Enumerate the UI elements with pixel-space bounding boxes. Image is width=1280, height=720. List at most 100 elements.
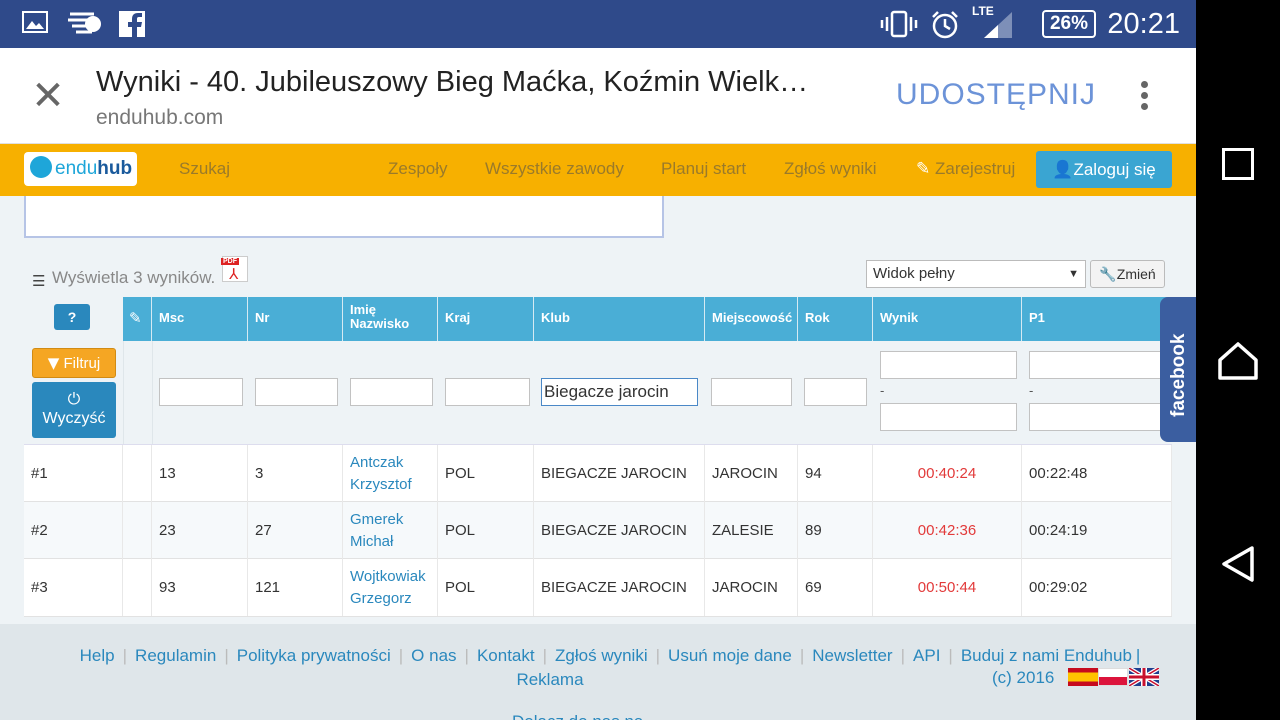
table-row: #3 93 121 Wojtkowiak Grzegorz POL BIEGACZ… [24,559,1172,617]
user-icon: 👤 [1052,160,1074,180]
nav-teams[interactable]: Zespoły [388,159,448,179]
view-select[interactable]: Widok pełny ▼ [866,260,1086,288]
filter-kraj-input[interactable] [445,378,530,406]
filter-wynik-from-input[interactable] [880,351,1017,379]
gallery-icon [22,10,48,40]
footer: Help | Regulamin | Polityka prywatności | O na… [0,624,1196,720]
filter-rok-input[interactable] [804,378,867,406]
row-p1: 00:24:19 [1022,502,1172,559]
row-name-link[interactable]: Gmerek Michał [343,502,438,559]
facebook-tab[interactable]: facebook [1160,297,1196,442]
header-msc[interactable]: Msc [152,297,248,341]
row-wynik: 00:42:36 [873,502,1022,559]
battery-icon: 26% [1042,10,1096,38]
help-button[interactable]: ? [54,304,90,330]
filter-name-input[interactable] [350,378,433,406]
uk-flag-icon[interactable] [1129,668,1159,686]
nav-plan-start[interactable]: Planuj start [661,159,746,179]
header-edit-cell: ✎ [123,297,152,341]
footer-link-regulamin[interactable]: Regulamin [135,646,216,665]
pdf-label: PDF [221,258,239,265]
home-icon[interactable] [1216,340,1260,387]
footer-link-report-results[interactable]: Zgłoś wyniki [555,646,648,665]
footer-link-contact[interactable]: Kontakt [477,646,535,665]
row-last: Michał [350,532,394,550]
range-separator: - [1029,383,1034,398]
footer-follow-text: Dołącz do nas na [512,712,643,720]
row-msc: 93 [152,559,248,616]
row-msc: 23 [152,502,248,559]
back-icon[interactable] [1220,544,1256,589]
filter-p1-from-input[interactable] [1029,351,1166,379]
row-klub: BIEGACZE JAROCIN [534,445,705,502]
row-p1: 00:22:48 [1022,445,1172,502]
clear-button[interactable]: ⏻ Wyczyść [32,382,116,438]
footer-link-about[interactable]: O nas [411,646,456,665]
row-kraj: POL [438,559,534,616]
view-select-value: Widok pełny [873,265,955,282]
funnel-icon: ▼ [47,354,60,372]
header-kraj[interactable]: Kraj [438,297,534,341]
enduhub-logo[interactable]: enduhub [24,152,137,186]
logo-bubble-icon [30,156,52,178]
pdf-icon[interactable]: PDF ⅄ [221,256,248,283]
row-name-link[interactable]: Wojtkowiak Grzegorz [343,559,438,616]
nav-register-label: Zarejestruj [934,159,1016,178]
header-rok[interactable]: Rok [798,297,873,341]
edit-column-icon[interactable]: ✎ [129,311,142,326]
power-icon: ⏻ [67,389,81,408]
footer-link-privacy[interactable]: Polityka prywatności [237,646,391,665]
row-klub: BIEGACZE JAROCIN [534,559,705,616]
recents-icon[interactable] [1222,148,1254,180]
share-button[interactable]: UDOSTĘPNIJ [896,78,1096,112]
header-name-last: Nazwisko [350,316,410,331]
filter-msc-input[interactable] [159,378,243,406]
header-nr[interactable]: Nr [248,297,343,341]
row-last: Krzysztof [350,475,412,493]
results-count: Wyświetla 3 wyników. [52,268,216,287]
row-name-link[interactable]: Antczak Krzysztof [343,445,438,502]
row-rok: 69 [798,559,873,616]
filter-wynik-to-input[interactable] [880,403,1017,431]
row-last: Grzegorz [350,589,412,607]
header-p1[interactable]: P1 [1022,297,1172,341]
facebook-tab-label: facebook [1168,333,1189,417]
row-first: Wojtkowiak [350,567,426,585]
close-icon[interactable]: ✕ [28,76,68,118]
filter-nr-input[interactable] [255,378,338,406]
change-view-button[interactable]: 🔧Zmień [1090,260,1165,288]
nav-search[interactable]: Szukaj [179,159,230,179]
polish-flag-icon[interactable] [1098,668,1128,686]
spanish-flag-icon[interactable] [1068,668,1098,686]
copyright: (c) 2016 [992,668,1055,687]
overflow-menu-icon[interactable] [1136,78,1152,118]
filter-klub-input[interactable] [541,378,698,406]
header-wynik[interactable]: Wynik [873,297,1022,341]
filter-row: ▼ Filtruj ⏻ Wyczyść - - [24,341,1172,445]
header-miejscowosc[interactable]: Miejscowość [705,297,798,341]
row-rok: 94 [798,445,873,502]
logo-text-a: endu [55,158,98,179]
nav-register[interactable]: ✎ Zarejestruj [916,159,1015,179]
row-miejscowosc: JAROCIN [705,559,798,616]
footer-link-reklama[interactable]: Reklama [516,670,583,689]
results-content: ☰ Wyświetla 3 wyników. PDF ⅄ Widok pełny… [0,196,1196,624]
header-name[interactable]: Imię Nazwisko [343,297,438,341]
row-nr: 121 [248,559,343,616]
header-klub[interactable]: Klub [534,297,705,341]
footer-link-api[interactable]: API [913,646,940,665]
footer-link-build[interactable]: Buduj z nami Enduhub [961,646,1132,665]
footer-link-delete-data[interactable]: Usuń moje dane [668,646,792,665]
login-button[interactable]: 👤Zaloguj się [1036,151,1172,188]
nav-report-results[interactable]: Zgłoś wyniki [784,159,877,179]
row-first: Antczak [350,453,404,471]
battery-level: 26% [1049,13,1089,34]
filter-miejscowosc-input[interactable] [711,378,792,406]
filter-p1-to-input[interactable] [1029,403,1166,431]
row-rok: 89 [798,502,873,559]
clear-button-label: Wyczyść [42,410,106,427]
nav-all-events[interactable]: Wszystkie zawody [485,159,624,179]
footer-link-newsletter[interactable]: Newsletter [812,646,892,665]
footer-link-help[interactable]: Help [80,646,115,665]
filter-button[interactable]: ▼ Filtruj [32,348,116,378]
